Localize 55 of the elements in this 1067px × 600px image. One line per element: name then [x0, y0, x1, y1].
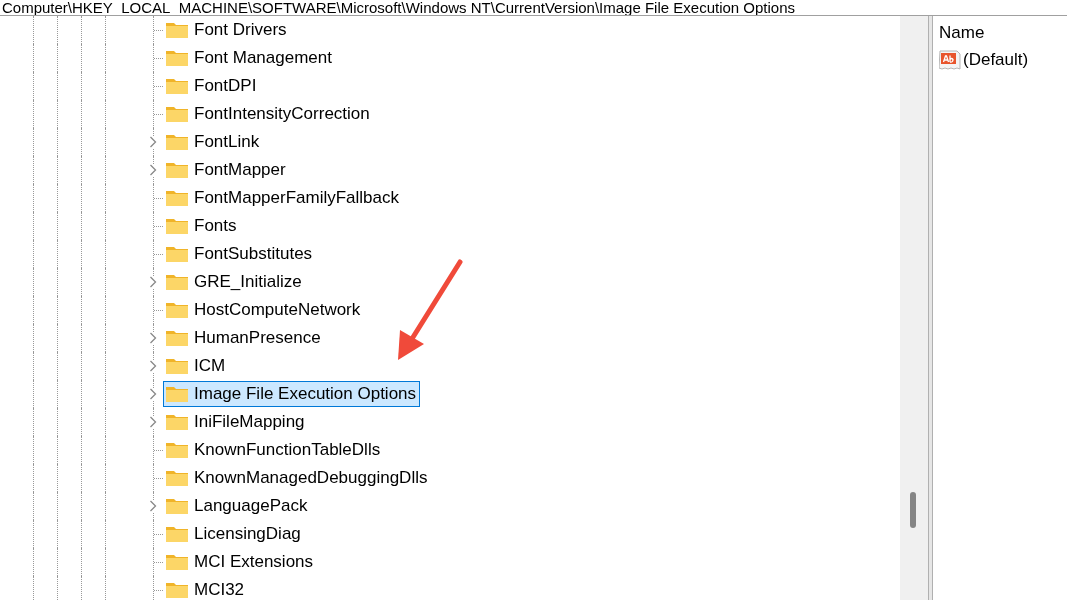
tree-item[interactable]: FontMapperFamilyFallback — [163, 185, 403, 211]
scrollbar[interactable] — [900, 16, 928, 600]
tree-item[interactable]: Font Drivers — [163, 17, 291, 43]
folder-icon — [165, 105, 189, 123]
tree-item[interactable]: LanguagePack — [163, 493, 312, 519]
tree-item[interactable]: GRE_Initialize — [163, 269, 306, 295]
tree-item[interactable]: Font Management — [163, 45, 336, 71]
folder-icon — [165, 385, 189, 403]
folder-icon — [165, 217, 189, 235]
folder-icon — [165, 469, 189, 487]
tree-item[interactable]: MCI32 — [163, 577, 249, 600]
folder-icon — [165, 441, 189, 459]
tree-item[interactable]: HumanPresence — [163, 325, 325, 351]
tree-item[interactable]: KnownManagedDebuggingDlls — [163, 465, 432, 491]
chevron-icon[interactable] — [149, 416, 157, 428]
folder-icon — [165, 133, 189, 151]
tree-item[interactable]: IniFileMapping — [163, 409, 309, 435]
folder-icon — [165, 77, 189, 95]
folder-icon — [165, 357, 189, 375]
tree-item[interactable]: KnownFunctionTableDlls — [163, 437, 385, 463]
folder-icon — [165, 49, 189, 67]
column-header[interactable]: Name — [939, 20, 1067, 46]
tree-item[interactable]: MCI Extensions — [163, 549, 318, 575]
tree-item[interactable]: FontMapper — [163, 157, 290, 183]
string-value-icon — [939, 49, 961, 71]
tree-item[interactable]: FontIntensityCorrection — [163, 101, 374, 127]
tree-item[interactable]: LicensingDiag — [163, 521, 305, 547]
chevron-icon[interactable] — [149, 276, 157, 288]
chevron-icon[interactable] — [149, 136, 157, 148]
folder-icon — [165, 413, 189, 431]
tree-item[interactable]: Fonts — [163, 213, 241, 239]
folder-icon — [165, 553, 189, 571]
chevron-icon[interactable] — [149, 360, 157, 372]
folder-icon — [165, 301, 189, 319]
folder-icon — [165, 525, 189, 543]
tree-item[interactable]: ICM — [163, 353, 230, 379]
chevron-icon[interactable] — [149, 332, 157, 344]
scrollbar-thumb[interactable] — [910, 492, 916, 528]
folder-icon — [165, 245, 189, 263]
folder-icon — [165, 189, 189, 207]
folder-icon — [165, 581, 189, 599]
folder-icon — [165, 273, 189, 291]
chevron-icon[interactable] — [149, 500, 157, 512]
tree-item[interactable]: HostComputeNetwork — [163, 297, 365, 323]
value-name[interactable]: (Default) — [963, 47, 1029, 73]
tree-item[interactable]: FontLink — [163, 129, 264, 155]
chevron-icon[interactable] — [149, 388, 157, 400]
folder-icon — [165, 497, 189, 515]
tree-item[interactable]: FontDPI — [163, 73, 261, 99]
tree-item[interactable]: Image File Execution Options — [163, 381, 421, 407]
folder-icon — [165, 329, 189, 347]
folder-icon — [165, 21, 189, 39]
chevron-icon[interactable] — [149, 164, 157, 176]
tree-item[interactable]: FontSubstitutes — [163, 241, 317, 267]
folder-icon — [165, 161, 189, 179]
